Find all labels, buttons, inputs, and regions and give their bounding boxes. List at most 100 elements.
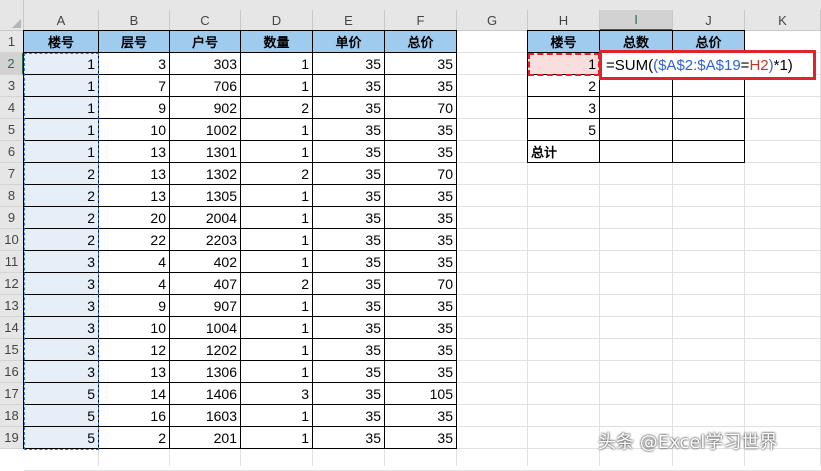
table-header-cell[interactable]: 数量	[241, 31, 313, 53]
table-cell[interactable]: 35	[385, 75, 457, 97]
table-cell[interactable]: 13	[99, 141, 170, 163]
table-header-cell[interactable]: 户号	[170, 31, 241, 53]
inline-formula-editor[interactable]: =SUM(($A$2:$A$19 = H2) *1)	[599, 50, 816, 80]
summary-count-cell[interactable]	[600, 119, 673, 141]
table-cell[interactable]: 1	[241, 251, 313, 273]
table-cell[interactable]: 1301	[170, 141, 241, 163]
table-cell[interactable]: 2	[241, 163, 313, 185]
table-cell[interactable]: 35	[313, 53, 385, 75]
table-cell[interactable]: 2	[24, 229, 99, 251]
table-cell[interactable]: 16	[99, 405, 170, 427]
table-cell[interactable]: 70	[385, 97, 457, 119]
table-cell[interactable]: 35	[313, 427, 385, 449]
row-header-5[interactable]: 5	[0, 119, 24, 141]
table-cell[interactable]: 10	[99, 119, 170, 141]
table-cell[interactable]: 1	[241, 339, 313, 361]
table-cell[interactable]: 3	[24, 295, 99, 317]
table-cell[interactable]: 1	[241, 229, 313, 251]
table-cell[interactable]: 1	[241, 141, 313, 163]
table-cell[interactable]: 1004	[170, 317, 241, 339]
table-cell[interactable]: 22	[99, 229, 170, 251]
table-cell[interactable]: 407	[170, 273, 241, 295]
table-cell[interactable]: 20	[99, 207, 170, 229]
table-cell[interactable]: 1406	[170, 383, 241, 405]
table-cell[interactable]: 1	[241, 185, 313, 207]
table-cell[interactable]: 3	[24, 251, 99, 273]
table-cell[interactable]: 35	[385, 427, 457, 449]
table-cell[interactable]: 2004	[170, 207, 241, 229]
row-header-12[interactable]: 12	[0, 273, 24, 295]
table-cell[interactable]: 2	[241, 97, 313, 119]
row-header-6[interactable]: 6	[0, 141, 24, 163]
row-header-1[interactable]: 1	[0, 31, 24, 53]
summary-count-cell[interactable]	[600, 97, 673, 119]
row-header-10[interactable]: 10	[0, 229, 24, 251]
table-cell[interactable]: 907	[170, 295, 241, 317]
table-cell[interactable]: 3	[24, 317, 99, 339]
table-cell[interactable]: 12	[99, 339, 170, 361]
table-cell[interactable]: 9	[99, 97, 170, 119]
table-cell[interactable]: 13	[99, 163, 170, 185]
table-cell[interactable]: 2	[24, 207, 99, 229]
table-cell[interactable]: 1202	[170, 339, 241, 361]
table-cell[interactable]: 35	[385, 53, 457, 75]
table-cell[interactable]: 35	[313, 185, 385, 207]
table-cell[interactable]: 35	[385, 141, 457, 163]
table-cell[interactable]: 105	[385, 383, 457, 405]
table-header-cell[interactable]: 单价	[313, 31, 385, 53]
table-cell[interactable]: 35	[385, 317, 457, 339]
row-header-4[interactable]: 4	[0, 97, 24, 119]
row-header-15[interactable]: 15	[0, 339, 24, 361]
column-header-j[interactable]: J	[673, 10, 745, 31]
summary-count-cell[interactable]	[600, 141, 673, 163]
row-header-19[interactable]: 19	[0, 427, 24, 449]
table-cell[interactable]: 35	[313, 383, 385, 405]
summary-header-cell[interactable]: 楼号	[528, 31, 600, 53]
column-header-d[interactable]: D	[241, 10, 313, 31]
table-cell[interactable]: 2203	[170, 229, 241, 251]
row-header-9[interactable]: 9	[0, 207, 24, 229]
table-header-cell[interactable]: 楼号	[24, 31, 99, 53]
row-header-13[interactable]: 13	[0, 295, 24, 317]
table-cell[interactable]: 9	[99, 295, 170, 317]
table-cell[interactable]: 35	[313, 317, 385, 339]
summary-key-cell[interactable]: 1	[528, 53, 600, 75]
table-cell[interactable]: 1	[24, 141, 99, 163]
table-cell[interactable]: 35	[313, 141, 385, 163]
column-header-k[interactable]: K	[745, 10, 821, 31]
table-cell[interactable]: 1	[241, 207, 313, 229]
table-cell[interactable]: 35	[313, 361, 385, 383]
row-header-3[interactable]: 3	[0, 75, 24, 97]
column-header-f[interactable]: F	[385, 10, 457, 31]
table-cell[interactable]: 35	[385, 119, 457, 141]
table-cell[interactable]: 35	[313, 97, 385, 119]
table-cell[interactable]: 1	[24, 119, 99, 141]
table-cell[interactable]: 7	[99, 75, 170, 97]
table-cell[interactable]: 35	[385, 207, 457, 229]
table-cell[interactable]: 35	[385, 295, 457, 317]
table-cell[interactable]: 1305	[170, 185, 241, 207]
column-header-i[interactable]: I	[600, 10, 673, 31]
summary-total-cell[interactable]	[673, 119, 745, 141]
table-cell[interactable]: 5	[24, 405, 99, 427]
table-cell[interactable]: 1306	[170, 361, 241, 383]
table-cell[interactable]: 1	[241, 119, 313, 141]
table-cell[interactable]: 3	[99, 53, 170, 75]
table-cell[interactable]: 35	[385, 251, 457, 273]
table-header-cell[interactable]: 总价	[385, 31, 457, 53]
row-header-14[interactable]: 14	[0, 317, 24, 339]
column-header-b[interactable]: B	[99, 10, 170, 31]
table-cell[interactable]: 303	[170, 53, 241, 75]
table-cell[interactable]: 14	[99, 383, 170, 405]
table-cell[interactable]: 3	[24, 361, 99, 383]
table-cell[interactable]: 1	[241, 317, 313, 339]
summary-key-cell[interactable]: 3	[528, 97, 600, 119]
table-cell[interactable]: 2	[99, 427, 170, 449]
table-cell[interactable]: 35	[313, 229, 385, 251]
summary-total-label[interactable]: 总计	[528, 141, 600, 163]
column-header-g[interactable]: G	[457, 10, 528, 31]
table-cell[interactable]: 2	[24, 185, 99, 207]
table-cell[interactable]: 35	[313, 251, 385, 273]
table-cell[interactable]: 13	[99, 361, 170, 383]
table-cell[interactable]: 35	[385, 405, 457, 427]
